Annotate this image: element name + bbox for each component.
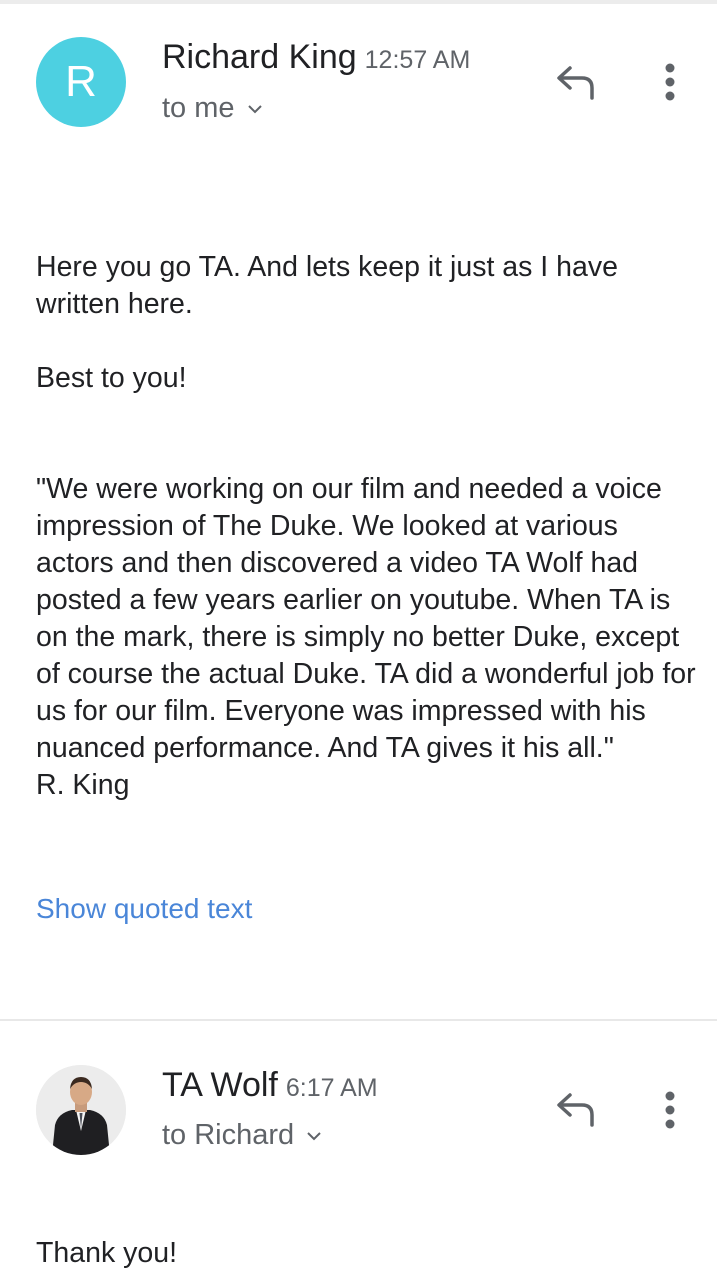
message-ta-wolf: TA Wolf 6:17 AM to Richard Thank you!	[0, 1021, 717, 1276]
chevron-down-icon	[307, 1132, 321, 1141]
sender-header: TA Wolf 6:17 AM	[162, 1066, 378, 1105]
recipient-label: to me	[162, 92, 235, 124]
show-quoted-text-link[interactable]: Show quoted text	[36, 893, 252, 925]
recipient-details-toggle[interactable]: to me	[162, 92, 263, 125]
message-time: 6:17 AM	[285, 1074, 378, 1102]
more-options-button[interactable]	[650, 54, 690, 110]
sender-avatar[interactable]: R	[36, 37, 126, 127]
sender-header: Richard King 12:57 AM	[162, 38, 470, 77]
more-vert-icon	[665, 1091, 675, 1129]
recipient-label: to Richard	[162, 1119, 295, 1151]
reply-icon	[557, 1093, 594, 1127]
reply-button[interactable]	[552, 58, 600, 106]
recipient-details-toggle[interactable]: to Richard	[162, 1119, 322, 1152]
sender-avatar-photo[interactable]	[36, 1065, 126, 1155]
message-body-quote: "We were working on our film and needed …	[36, 473, 696, 801]
message-richard-king: R Richard King 12:57 AM to me Here you go…	[0, 0, 717, 1020]
message-time: 12:57 AM	[364, 46, 471, 74]
sender-name[interactable]: TA Wolf	[162, 1066, 278, 1104]
person-photo-icon	[36, 1065, 126, 1155]
reply-icon	[557, 66, 594, 100]
message-body: Thank you!	[36, 1237, 177, 1269]
sender-name[interactable]: Richard King	[162, 38, 357, 76]
avatar-letter: R	[65, 57, 97, 106]
chevron-down-icon	[247, 105, 262, 114]
message-body-intro: Here you go TA. And lets keep it just as…	[36, 251, 618, 320]
more-options-button[interactable]	[650, 1082, 690, 1138]
more-vert-icon	[665, 63, 675, 101]
message-body-signoff: Best to you!	[36, 362, 187, 394]
reply-button[interactable]	[552, 1085, 600, 1133]
